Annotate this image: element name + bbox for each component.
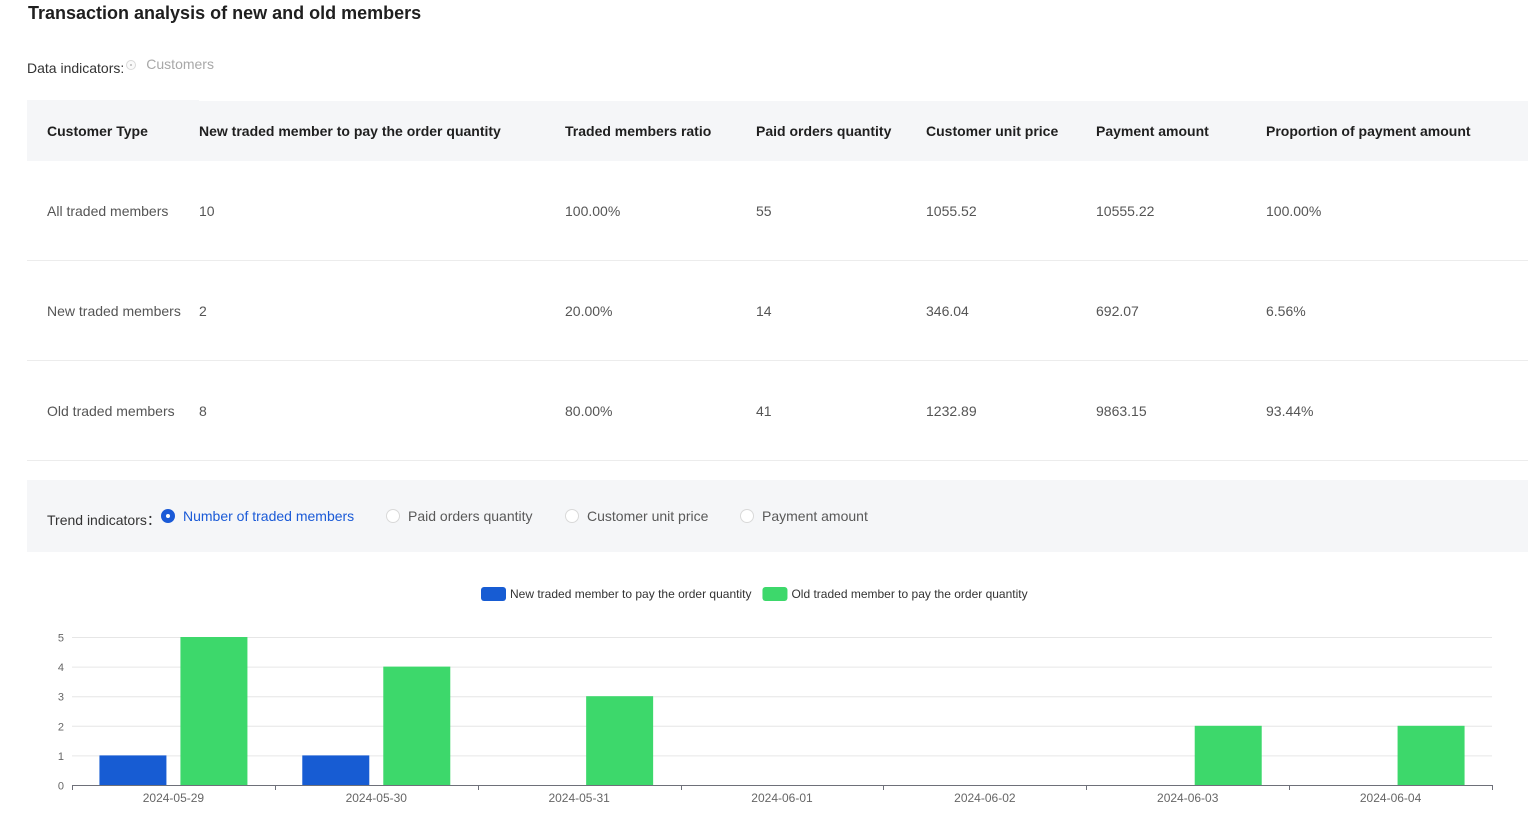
- cell-unit-price: 346.04: [926, 260, 1096, 361]
- x-tick-label: 2024-06-01: [751, 791, 813, 805]
- x-tick-label: 2024-05-29: [143, 791, 205, 805]
- trend-bar-chart: 0 1 2 3 4 5 2024-05-29 2024-05-30 2024-05-31 2024…: [0, 570, 1528, 824]
- y-tick-label: 0: [58, 781, 64, 793]
- bar: [1397, 725, 1465, 785]
- cell-paid-orders: 55: [756, 161, 926, 261]
- bar: [180, 637, 248, 785]
- header-payment-amount: Payment amount: [1096, 100, 1266, 161]
- cell-order-qty: 2: [199, 260, 565, 361]
- trend-option-label: Customer unit price: [587, 508, 709, 524]
- header-paid-orders-qty: Paid orders quantity: [756, 100, 926, 161]
- radio-icon[interactable]: [740, 509, 754, 523]
- header-customer-type: Customer Type: [27, 100, 199, 161]
- cell-order-qty: 10: [199, 161, 565, 261]
- bar: [586, 696, 654, 785]
- cell-customer-type: All traded members: [27, 161, 199, 261]
- bar: [99, 755, 167, 785]
- data-indicators: Data indicators: Customers: [27, 56, 214, 76]
- cell-ratio: 80.00%: [565, 360, 756, 461]
- customers-radio[interactable]: [126, 60, 137, 70]
- trend-option-label: Paid orders quantity: [408, 508, 533, 524]
- y-tick-label: 2: [58, 721, 64, 733]
- y-tick-label: 4: [58, 662, 64, 674]
- member-transaction-table: Customer Type New traded member to pay t…: [27, 100, 1528, 461]
- y-tick-label: 5: [58, 633, 64, 645]
- table-header-row: Customer Type New traded member to pay t…: [27, 100, 1528, 161]
- cell-customer-type: New traded members: [27, 260, 199, 361]
- x-tick-label: 2024-05-31: [548, 791, 610, 805]
- data-indicators-label: Data indicators:: [27, 60, 125, 76]
- trend-option-unit-price[interactable]: Customer unit price: [565, 508, 708, 524]
- cell-payment-amount: 692.07: [1096, 260, 1266, 361]
- cell-payment-proportion: 100.00%: [1266, 161, 1528, 261]
- legend-swatch: [481, 587, 506, 601]
- cell-payment-amount: 10555.22: [1096, 161, 1266, 261]
- cell-payment-proportion: 6.56%: [1266, 260, 1528, 361]
- cell-ratio: 20.00%: [565, 260, 756, 361]
- page-title: Transaction analysis of new and old memb…: [28, 3, 422, 23]
- cell-customer-type: Old traded members: [27, 360, 199, 461]
- trend-option-label: Payment amount: [762, 508, 868, 524]
- trend-option-traded-members[interactable]: Number of traded members: [161, 508, 354, 524]
- y-tick-label: 3: [58, 692, 64, 704]
- cell-paid-orders: 41: [756, 360, 926, 461]
- x-tick-label: 2024-06-03: [1157, 791, 1219, 805]
- x-tick-label: 2024-06-04: [1360, 791, 1422, 805]
- y-tick-label: 1: [58, 751, 64, 763]
- table-row: All traded members 10 100.00% 55 1055.52…: [27, 161, 1528, 261]
- trend-option-payment-amount[interactable]: Payment amount: [740, 508, 868, 524]
- legend-label: New traded member to pay the order quant…: [510, 587, 751, 601]
- legend-swatch: [762, 587, 788, 601]
- table-row: Old traded members 8 80.00% 41 1232.89 9…: [27, 360, 1528, 461]
- bar: [1194, 725, 1262, 785]
- header-payment-proportion: Proportion of payment amount: [1266, 100, 1528, 161]
- cell-order-qty: 8: [199, 360, 565, 461]
- legend-label: Old traded member to pay the order quant…: [791, 587, 1027, 601]
- radio-selected-icon[interactable]: [161, 509, 175, 523]
- cell-unit-price: 1055.52: [926, 161, 1096, 261]
- cell-unit-price: 1232.89: [926, 360, 1096, 461]
- cell-ratio: 100.00%: [565, 161, 756, 261]
- trend-indicators-panel: Trend indicators： Number of traded membe…: [27, 480, 1528, 552]
- table-row: New traded members 2 20.00% 14 346.04 69…: [27, 260, 1528, 361]
- header-new-member-order-qty: New traded member to pay the order quant…: [199, 100, 565, 161]
- customers-option-label[interactable]: Customers: [146, 56, 214, 72]
- cell-payment-amount: 9863.15: [1096, 360, 1266, 461]
- bar: [302, 755, 370, 785]
- bar: [383, 666, 451, 785]
- trend-indicators-label: Trend indicators：: [47, 512, 161, 528]
- radio-icon[interactable]: [386, 509, 400, 523]
- header-traded-members-ratio: Traded members ratio: [565, 100, 756, 161]
- cell-payment-proportion: 93.44%: [1266, 360, 1528, 461]
- trend-option-paid-orders[interactable]: Paid orders quantity: [386, 508, 533, 524]
- header-customer-unit-price: Customer unit price: [926, 100, 1096, 161]
- x-tick-label: 2024-05-30: [346, 791, 408, 805]
- radio-icon[interactable]: [565, 509, 579, 523]
- cell-paid-orders: 14: [756, 260, 926, 361]
- chart-canvas: 0 1 2 3 4 5 2024-05-29 2024-05-30 2024-05-31 2024…: [58, 587, 1493, 805]
- trend-option-label: Number of traded members: [183, 508, 355, 524]
- x-tick-label: 2024-06-02: [954, 791, 1016, 805]
